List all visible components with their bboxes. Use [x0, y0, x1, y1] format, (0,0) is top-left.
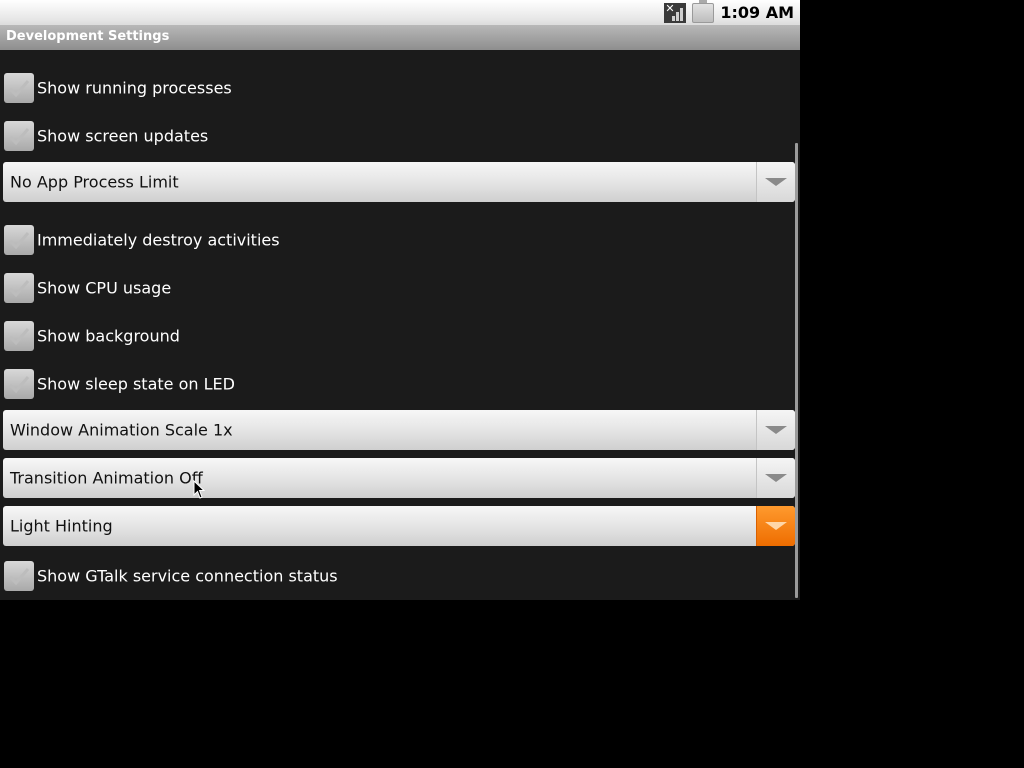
show-running-processes-label: Show running processes [37, 78, 232, 98]
transition-animation-value: Transition Animation Off [10, 468, 203, 488]
show-running-processes-item[interactable]: Show running processes [0, 64, 795, 112]
checkmark-icon [8, 80, 30, 98]
status-icons: ✕ 1:09 AM [664, 0, 794, 25]
title-bar: Development Settings [0, 25, 800, 50]
device-screen: ✕ 1:09 AM Development Settings Show runn… [0, 0, 800, 600]
show-gtalk-status-label: Show GTalk service connection status [37, 566, 338, 586]
show-gtalk-status-checkbox[interactable] [4, 561, 34, 591]
status-bar: ✕ 1:09 AM [0, 0, 800, 25]
show-sleep-state-led-checkbox[interactable] [4, 369, 34, 399]
show-background-label: Show background [37, 326, 180, 346]
status-clock: 1:09 AM [720, 3, 794, 22]
checkmark-icon [8, 328, 30, 346]
font-hinting-value: Light Hinting [10, 516, 113, 536]
window-animation-scale-dropdown-button[interactable] [756, 410, 795, 450]
show-cpu-usage-checkbox[interactable] [4, 273, 34, 303]
font-hinting-dropdown[interactable]: Light Hinting [3, 506, 795, 546]
scrollbar[interactable] [795, 143, 798, 598]
transition-animation-dropdown-button[interactable] [756, 458, 795, 498]
dropdown-arrow-icon [765, 522, 787, 530]
show-cpu-usage-label: Show CPU usage [37, 278, 172, 298]
show-running-processes-checkbox[interactable] [4, 73, 34, 103]
immediately-destroy-activities-checkbox[interactable] [4, 225, 34, 255]
show-sleep-state-led-label: Show sleep state on LED [37, 374, 235, 394]
show-sleep-state-led-item[interactable]: Show sleep state on LED [0, 360, 795, 408]
battery-icon [692, 0, 715, 23]
immediately-destroy-activities-item[interactable]: Immediately destroy activities [0, 216, 795, 264]
checkmark-icon [8, 128, 30, 146]
show-background-checkbox[interactable] [4, 321, 34, 351]
app-process-limit-dropdown-button[interactable] [756, 162, 795, 202]
page-title: Development Settings [6, 29, 170, 44]
window-animation-scale-dropdown[interactable]: Window Animation Scale 1x [3, 410, 795, 450]
show-screen-updates-checkbox[interactable] [4, 121, 34, 151]
checkmark-icon [8, 280, 30, 298]
dropdown-arrow-icon [765, 426, 787, 434]
dropdown-arrow-icon [765, 178, 787, 186]
show-background-item[interactable]: Show background [0, 312, 795, 360]
show-gtalk-status-item[interactable]: Show GTalk service connection status [0, 552, 795, 600]
dropdown-arrow-icon [765, 474, 787, 482]
show-cpu-usage-item[interactable]: Show CPU usage [0, 264, 795, 312]
show-screen-updates-label: Show screen updates [37, 126, 209, 146]
app-process-limit-dropdown[interactable]: No App Process Limit [3, 162, 795, 202]
app-process-limit-value: No App Process Limit [10, 172, 179, 192]
signal-icon: ✕ [664, 2, 687, 23]
font-hinting-dropdown-button[interactable] [756, 506, 795, 546]
immediately-destroy-activities-label: Immediately destroy activities [37, 230, 280, 250]
mouse-cursor-icon [193, 480, 205, 499]
checkmark-icon [8, 232, 30, 250]
transition-animation-dropdown[interactable]: Transition Animation Off [3, 458, 795, 498]
checkmark-icon [8, 376, 30, 394]
show-screen-updates-item[interactable]: Show screen updates [0, 112, 795, 160]
window-animation-scale-value: Window Animation Scale 1x [10, 420, 233, 440]
checkmark-icon [8, 568, 30, 586]
